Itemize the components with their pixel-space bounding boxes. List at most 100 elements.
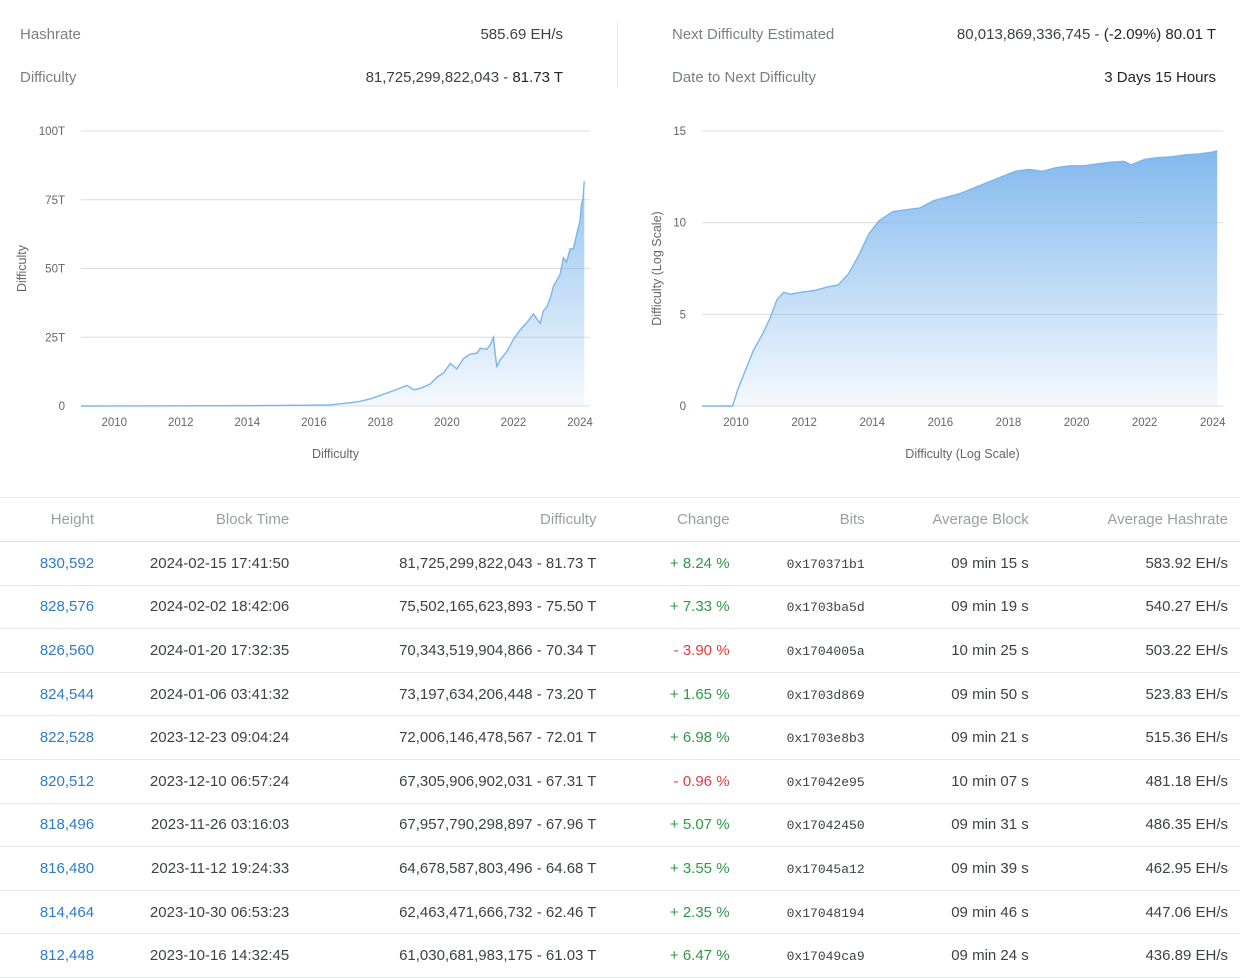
difficulty-table: Height Block Time Difficulty Change Bits…	[0, 497, 1240, 978]
block-height-link[interactable]: 824,544	[40, 686, 94, 703]
x-tick-label: 2024	[567, 417, 593, 429]
header-difficulty[interactable]: Difficulty	[289, 497, 597, 542]
table-row: 824,544 2024-01-06 03:41:32 73,197,634,206…	[0, 672, 1240, 717]
difficulty-value: 70,343,519,904,866 - 70.34 T	[399, 641, 597, 659]
block-height-link[interactable]: 822,528	[40, 729, 94, 746]
average-block-cell: 09 min 46 s	[864, 890, 1029, 935]
bits-value-cell: 0x17045a12	[729, 846, 865, 891]
average-hashrate: 486.35 EH/s	[1145, 816, 1228, 834]
x-tick-label: 2010	[723, 417, 749, 429]
x-tick-label: 2016	[928, 417, 954, 429]
average-hashrate-cell: 503.22 EH/s	[1028, 628, 1240, 673]
change-value-cell: + 1.65 %	[596, 672, 730, 717]
change-value-cell: + 3.55 %	[596, 846, 730, 891]
x-tick-label: 2010	[101, 417, 127, 429]
difficulty-chart-svg: 0 25T 50T 75T 100T 2010 2012 2014 2016 2018 2020 20…	[15, 126, 593, 461]
bits-value-cell: 0x170371b1	[729, 541, 865, 586]
difficulty-row: Difficulty 81,725,299,822,043 - 81.73 T	[20, 55, 563, 99]
bits-value: 0x17048194	[786, 905, 865, 921]
header-change[interactable]: Change	[596, 497, 730, 542]
block-time-cell: 2023-11-12 19:24:33	[94, 846, 290, 891]
average-block-cell: 09 min 31 s	[864, 803, 1029, 848]
average-hashrate: 583.92 EH/s	[1145, 554, 1228, 572]
block-time: 2023-10-30 06:53:23	[149, 903, 290, 921]
next-difficulty-full: 80,013,869,336,745	[956, 25, 1091, 43]
average-block: 09 min 46 s	[951, 903, 1029, 921]
difficulty-value: 67,305,906,902,031 - 67.31 T	[399, 772, 597, 790]
average-hashrate-cell: 583.92 EH/s	[1028, 541, 1240, 586]
change-value-cell: - 0.96 %	[596, 759, 730, 804]
change-value: + 2.35 %	[669, 903, 730, 921]
block-time-cell: 2024-01-06 03:41:32	[94, 672, 290, 717]
average-hashrate: 436.89 EH/s	[1145, 947, 1228, 965]
block-time-cell: 2024-02-02 18:42:06	[94, 585, 290, 630]
block-time: 2023-12-23 09:04:24	[149, 729, 290, 747]
difficulty-value-cell: 73,197,634,206,448 - 73.20 T	[289, 672, 597, 717]
block-time: 2023-10-16 14:32:45	[149, 947, 290, 965]
block-time-cell: 2023-12-10 06:57:24	[94, 759, 290, 804]
average-hashrate-cell: 523.83 EH/s	[1028, 672, 1240, 717]
x-tick-label: 2018	[368, 417, 394, 429]
y-tick-label: 50T	[45, 264, 65, 276]
x-tick-label: 2014	[859, 417, 885, 429]
block-height-link[interactable]: 818,496	[40, 816, 94, 833]
bits-value-cell: 0x1703e8b3	[729, 715, 865, 760]
bits-value-cell: 0x17042450	[729, 803, 865, 848]
x-tick-label: 2020	[1064, 417, 1090, 429]
bits-value: 0x17042e95	[786, 774, 865, 790]
header-average-hashrate[interactable]: Average Hashrate	[1028, 497, 1240, 542]
block-time: 2024-01-06 03:41:32	[149, 685, 290, 703]
header-bits[interactable]: Bits	[729, 497, 865, 542]
block-height-link-cell: 814,464	[0, 890, 95, 935]
next-difficulty-row: Next Difficulty Estimated 80,013,869,336…	[672, 12, 1216, 56]
difficulty-short: 81.73 T	[512, 68, 563, 86]
average-block-cell: 10 min 25 s	[864, 628, 1029, 673]
bits-value: 0x1703ba5d	[786, 600, 865, 616]
average-block: 09 min 19 s	[951, 598, 1029, 616]
change-value-cell: + 7.33 %	[596, 585, 730, 630]
header-block-time[interactable]: Block Time	[94, 497, 290, 542]
hashrate-label: Hashrate	[20, 25, 81, 43]
difficulty-value-cell: 75,502,165,623,893 - 75.50 T	[289, 585, 597, 630]
block-time: 2023-11-26 03:16:03	[151, 816, 290, 834]
block-time-cell: 2023-12-23 09:04:24	[94, 715, 290, 760]
bits-value-cell: 0x17049ca9	[729, 933, 865, 978]
block-height-link[interactable]: 814,464	[40, 904, 94, 921]
difficulty-value: 64,678,587,803,496 - 64.68 T	[399, 859, 597, 877]
bits-value-cell: 0x17048194	[729, 890, 865, 935]
stats-panel: Hashrate 585.69 EH/s Difficulty 81,725,2…	[0, 0, 1246, 100]
difficulty-value-cell: 62,463,471,666,732 - 62.46 T	[289, 890, 597, 935]
block-time: 2024-02-02 18:42:06	[149, 598, 290, 616]
change-value: + 7.33 %	[669, 598, 730, 616]
difficulty-value-cell: 70,343,519,904,866 - 70.34 T	[289, 628, 597, 673]
block-height-link[interactable]: 830,592	[40, 555, 94, 572]
block-height-link[interactable]: 816,480	[40, 860, 94, 877]
x-tick-label: 2016	[301, 417, 327, 429]
y-tick-label: 75T	[45, 195, 65, 207]
block-height-link[interactable]: 826,560	[40, 642, 94, 659]
difficulty-value: 73,197,634,206,448 - 73.20 T	[399, 685, 597, 703]
difficulty-value-cell: 61,030,681,983,175 - 61.03 T	[289, 933, 597, 978]
block-height-link[interactable]: 820,512	[40, 773, 94, 790]
date-next-row: Date to Next Difficulty 3 Days 15 Hours	[672, 55, 1216, 99]
y-tick-label: 25T	[45, 332, 65, 344]
header-height[interactable]: Height	[0, 497, 95, 542]
average-hashrate-cell: 486.35 EH/s	[1028, 803, 1240, 848]
difficulty-value: 61,030,681,983,175 - 61.03 T	[399, 947, 597, 965]
block-height-link[interactable]: 828,576	[40, 598, 94, 615]
difficulty-value: 72,006,146,478,567 - 72.01 T	[399, 729, 597, 747]
change-value: + 3.55 %	[669, 859, 730, 877]
average-block: 09 min 31 s	[951, 816, 1029, 834]
average-hashrate: 462.95 EH/s	[1145, 859, 1228, 877]
bits-value-cell: 0x1703ba5d	[729, 585, 865, 630]
header-average-block[interactable]: Average Block	[864, 497, 1029, 542]
block-height-link-cell: 824,544	[0, 672, 95, 717]
bits-value: 0x1703d869	[786, 687, 865, 703]
average-block-cell: 09 min 39 s	[864, 846, 1029, 891]
block-height-link[interactable]: 812,448	[40, 947, 94, 964]
bits-value: 0x17045a12	[786, 861, 865, 877]
bits-value-cell: 0x1703d869	[729, 672, 865, 717]
x-axis-title: Difficulty	[312, 447, 360, 461]
average-hashrate-cell: 515.36 EH/s	[1028, 715, 1240, 760]
x-tick-label: 2018	[996, 417, 1022, 429]
